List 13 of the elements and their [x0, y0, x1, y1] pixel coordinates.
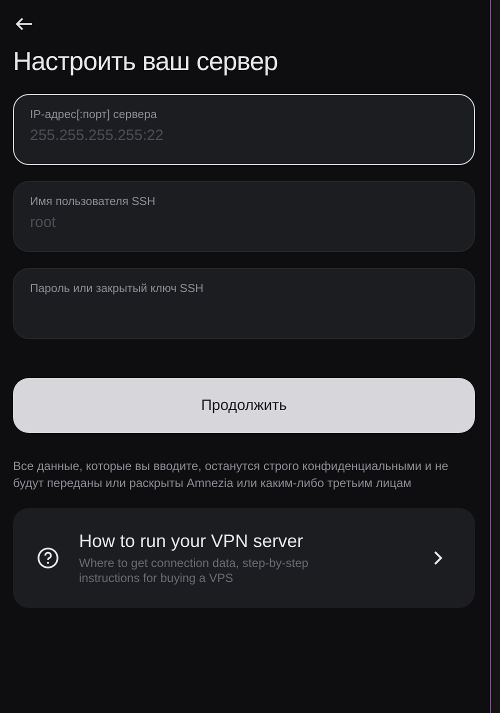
field-label: IP-адрес[:порт] сервера [30, 109, 158, 121]
help-card-title: How to run your VPN server [79, 530, 304, 552]
back-arrow-icon[interactable] [15, 17, 33, 31]
field-label: Имя пользователя SSH [30, 196, 156, 208]
help-icon [37, 547, 59, 569]
field-label: Пароль или закрытый ключ SSH [30, 283, 204, 295]
input-field[interactable]: Пароль или закрытый ключ SSH [13, 268, 475, 339]
privacy-note: Все данные, которые вы вводите, останутся строго конфиденциальными и не будут переданы или раскрыты Amnezia или каким-либо третьим лицам [13, 458, 450, 492]
help-card[interactable]: How to run your VPN server Where to get connection data, step-by-step instructions for buying a VPS [13, 508, 475, 608]
continue-button[interactable]: Продолжить [13, 378, 475, 433]
help-card-description: Where to get connection data, step-by-step instructions for buying a VPS [79, 556, 310, 586]
chevron-right-icon [433, 550, 443, 566]
page-title: Настроить ваш сервер [13, 45, 279, 77]
